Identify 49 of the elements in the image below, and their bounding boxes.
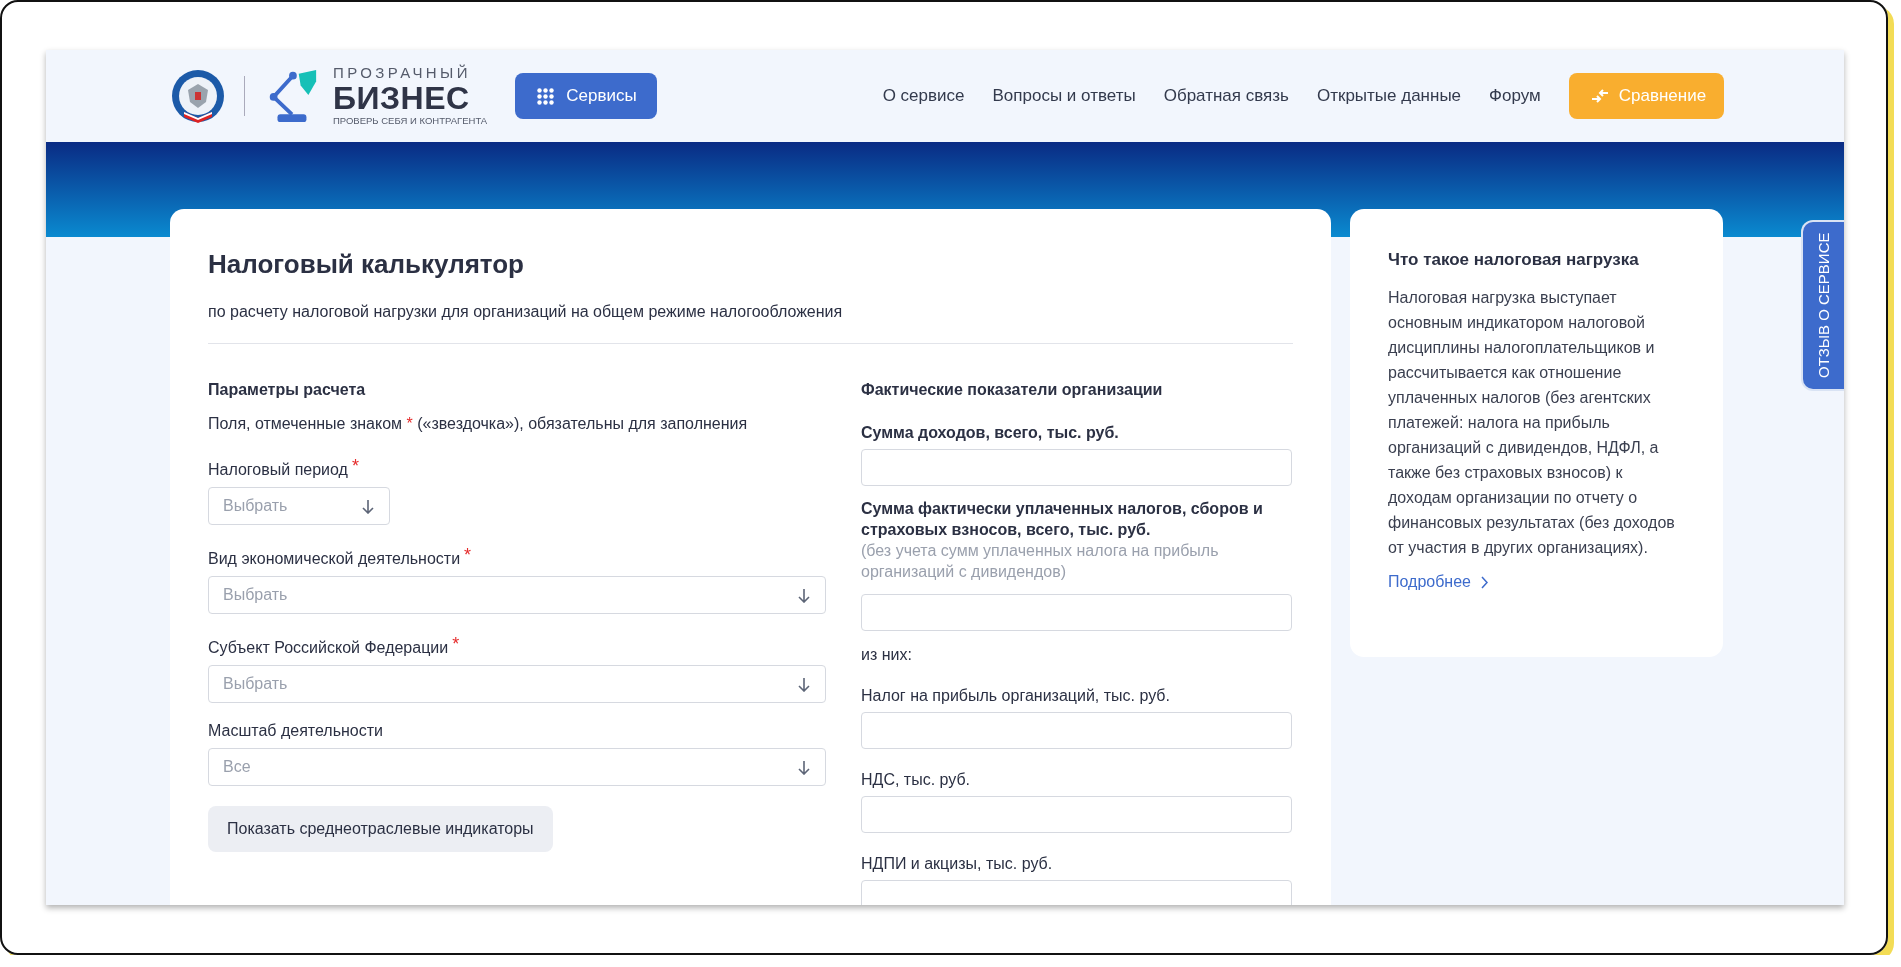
select-field[interactable]: Выбрать [208, 487, 390, 525]
field-label: Сумма фактически уплаченных налогов, сборов и страховых взносов, всего, тыс. руб. [861, 499, 1264, 540]
grid-icon [537, 87, 555, 105]
field-label: Масштаб деятельности [208, 721, 383, 741]
logo-text: БИЗНЕС [333, 81, 471, 115]
more-link[interactable]: Подробнее [1388, 570, 1488, 594]
services-button[interactable]: Сервисы [515, 73, 657, 119]
input-field[interactable] [861, 796, 1292, 833]
field-label: Сумма доходов, всего, тыс. руб. [861, 423, 1120, 443]
required-mark: * [464, 549, 472, 567]
nav-link[interactable]: Открытые данные [1316, 86, 1462, 106]
nav-link[interactable]: О сервисе [882, 86, 965, 106]
subsection-label: из них: [861, 645, 913, 665]
arrow-down-icon [797, 759, 811, 775]
arrow-down-icon [361, 498, 375, 514]
page-subtitle: по расчету налоговой нагрузки для организаций на общем режиме налогообложения [208, 302, 844, 322]
info-text: Налоговая нагрузка выступает основным индикатором налоговой дисциплины налогоплательщиков и рассчитывается как отношение уплаченных налогов (без агентских платежей: налога на прибыль организаций с дивидендов, НДФЛ, а также без страховых взносов) к доходам организации по отчету о финансовых результатах (без доходов от участия в других организациях). [1388, 288, 1676, 558]
feedback-tab[interactable]: ОТЗЫВ О СЕРВИСЕ [1803, 222, 1844, 389]
page-title: Налоговый калькулятор [208, 248, 525, 281]
field-label: НДПИ и акцизы, тыс. руб. [861, 854, 1054, 874]
arrow-down-icon [797, 587, 811, 603]
emblem-icon [170, 68, 226, 124]
info-title: Что такое налоговая нагрузка [1388, 249, 1640, 271]
field-label: Налоговый период [208, 460, 348, 480]
arrows-icon [1590, 87, 1609, 105]
show-indicators-button[interactable]: Показать среднеотраслевые индикаторы [208, 806, 553, 852]
nav-link[interactable]: Вопросы и ответы [992, 86, 1136, 106]
input-field[interactable] [861, 712, 1292, 749]
required-mark: * [452, 638, 460, 656]
required-note: Поля, отмеченные знаком * («звездочка»), обязательны для заполнения [208, 414, 749, 434]
logo-text: ПРОЗРАЧНЫЙ [333, 65, 472, 81]
required-mark: * [351, 460, 359, 478]
nav-link[interactable]: Обратная связь [1163, 86, 1289, 106]
input-field[interactable] [861, 594, 1292, 631]
field-label: НДС, тыс. руб. [861, 770, 972, 790]
select-field[interactable]: Выбрать [208, 665, 826, 703]
input-field[interactable] [861, 449, 1292, 486]
select-field[interactable]: Все [208, 748, 826, 786]
select-field[interactable]: Выбрать [208, 576, 826, 614]
field-label: Налог на прибыль организаций, тыс. руб. [861, 686, 1171, 706]
field-hint: (без учета сумм уплаченных налога на прибыль организаций с дивидендов) [861, 541, 1220, 582]
arrow-down-icon [797, 676, 811, 692]
section-heading: Параметры расчета [208, 380, 367, 400]
nav-link[interactable]: Форум [1489, 86, 1541, 106]
logo-tagline: ПРОВЕРЬ СЕБЯ И КОНТРАГЕНТА [333, 115, 488, 127]
chevron-right-icon [1481, 575, 1488, 589]
field-label: Вид экономической деятельности [208, 549, 461, 569]
field-label: Субъект Российской Федерации [208, 638, 449, 658]
section-heading: Фактические показатели организации [861, 380, 1164, 400]
